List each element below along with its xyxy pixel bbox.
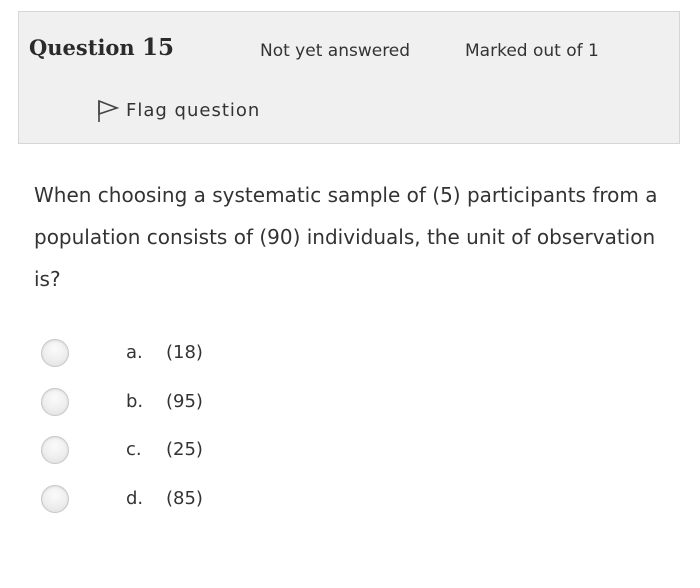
answer-option-c[interactable]: c. (25)	[0, 431, 700, 471]
answer-radio-a[interactable]	[41, 339, 69, 367]
flag-icon	[96, 97, 120, 123]
answer-letter: a.	[126, 342, 143, 363]
answer-option-b[interactable]: b. (95)	[0, 383, 700, 423]
answer-radio-c[interactable]	[41, 436, 69, 464]
question-state: Not yet answered	[260, 41, 411, 61]
answer-option-d[interactable]: d. (85)	[0, 480, 700, 520]
question-grade: Marked out of 1	[465, 41, 599, 61]
question-info-panel: Question 15 Not yet answered Marked out …	[18, 11, 680, 144]
question-number: 15	[142, 34, 175, 61]
question-number-heading: Question 15	[29, 34, 174, 61]
answer-text: (95)	[166, 391, 203, 412]
answer-letter: b.	[126, 391, 144, 412]
answer-text: (85)	[166, 488, 203, 509]
answer-radio-b[interactable]	[41, 388, 69, 416]
answer-text: (18)	[166, 342, 203, 363]
answer-letter: c.	[126, 439, 142, 460]
answer-radio-d[interactable]	[41, 485, 69, 513]
flag-question-link[interactable]: Flag question	[96, 97, 260, 123]
question-word: Question	[29, 35, 135, 60]
answer-text: (25)	[166, 439, 203, 460]
question-text: When choosing a systematic sample of (5)…	[34, 183, 658, 291]
answer-option-a[interactable]: a. (18)	[0, 334, 700, 374]
answer-letter: d.	[126, 488, 144, 509]
flag-question-label: Flag question	[126, 99, 261, 121]
